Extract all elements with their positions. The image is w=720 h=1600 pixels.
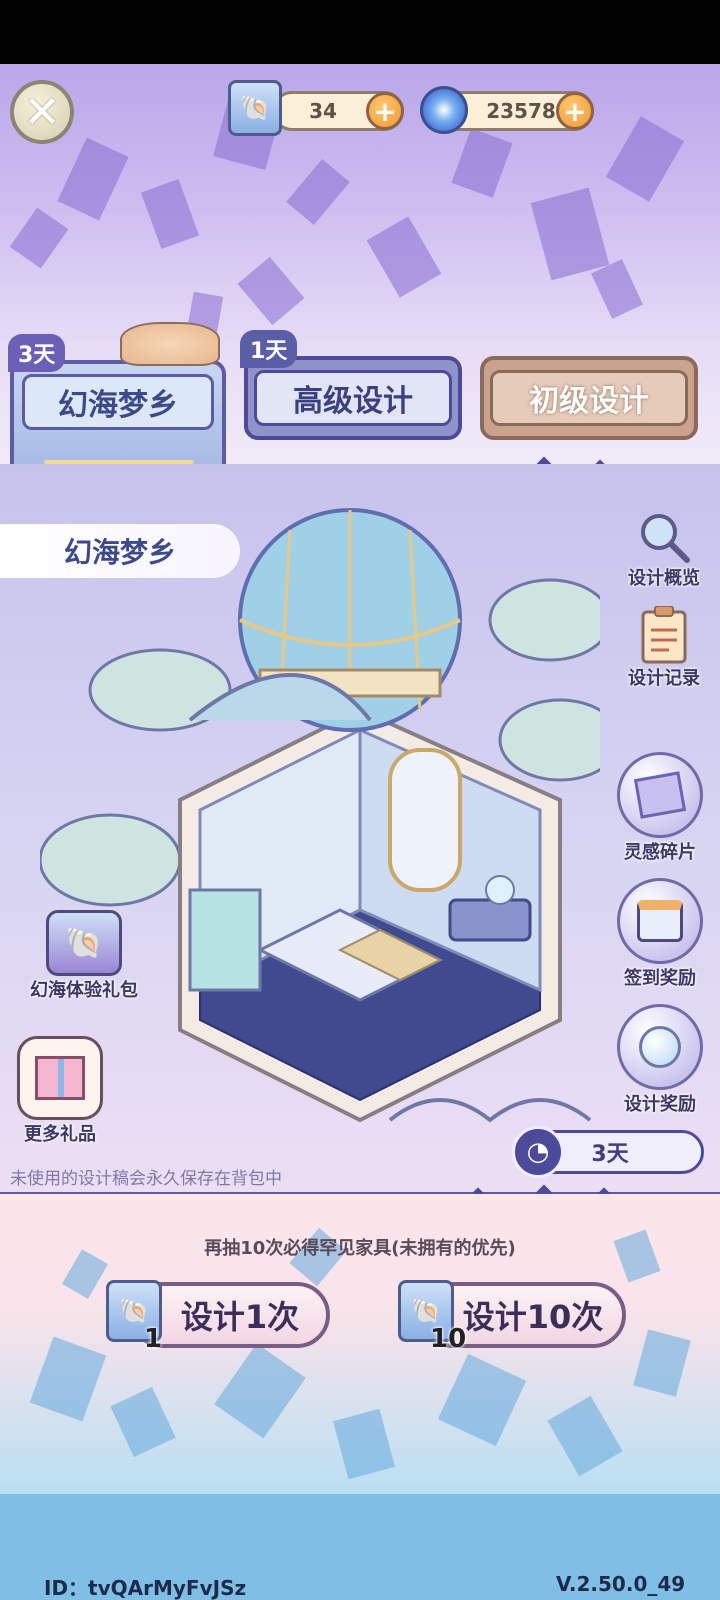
design-record-label: 设计记录 — [628, 668, 700, 689]
tab-basic-design[interactable]: 初级设计 — [480, 356, 698, 440]
tab-advanced-badge: 1天 — [240, 330, 298, 368]
blueprint-icon — [617, 752, 703, 838]
player-id: ID：tvQArMyFvJSz — [44, 1576, 247, 1600]
checkin-reward-button[interactable]: 签到奖励 — [610, 878, 710, 998]
magnifier-icon — [641, 514, 690, 563]
dream-bedroom-image — [38, 508, 622, 1123]
draw-ten-cost: 10 — [430, 1324, 467, 1354]
experience-gift-pack-button[interactable]: 🐚 幻海体验礼包 — [4, 910, 164, 1010]
clock-icon: ◔ — [512, 1126, 564, 1178]
storage-notice: 未使用的设计稿会永久保存在背包中 — [10, 1169, 282, 1189]
more-gifts-button[interactable]: 更多礼品 — [10, 1036, 110, 1146]
draw-once-cost: 1 — [144, 1324, 163, 1354]
tab-advanced-label: 高级设计 — [254, 370, 452, 426]
plus-icon: + — [563, 94, 587, 128]
gift-box-icon — [17, 1036, 103, 1120]
checkin-reward-label: 签到奖励 — [624, 968, 696, 989]
inspiration-fragments-button[interactable]: 灵感碎片 — [610, 752, 710, 872]
currency-amount: 23578 — [486, 99, 556, 123]
swirl-currency-icon — [420, 86, 468, 134]
room-illustration — [38, 480, 622, 1140]
design-record-button[interactable]: 设计记录 — [624, 606, 704, 696]
close-x-icon: ✕ — [23, 86, 61, 138]
plus-icon: + — [373, 94, 397, 128]
tab-dream-sea-label: 幻海梦乡 — [22, 374, 214, 430]
clipboard-icon — [641, 606, 687, 664]
scroll-ticket-icon: 🐚 — [228, 80, 282, 136]
tab-advanced-design[interactable]: 高级设计 — [244, 356, 462, 440]
add-currency-button[interactable]: + — [556, 92, 594, 130]
close-button[interactable]: ✕ — [10, 80, 74, 144]
status-bar — [0, 0, 720, 64]
design-reward-label: 设计奖励 — [624, 1094, 696, 1115]
calendar-icon — [617, 878, 703, 964]
tab-dream-sea-badge: 3天 — [8, 334, 66, 372]
design-overview-label: 设计概览 — [628, 568, 700, 589]
gift-pack-icon: 🐚 — [46, 910, 122, 976]
draw-ten-label: 设计10次 — [462, 1298, 604, 1336]
crystal-ball-icon — [617, 1004, 703, 1090]
experience-gift-pack-label: 幻海体验礼包 — [30, 980, 138, 1001]
design-overview-button[interactable]: 设计概览 — [624, 510, 704, 600]
guarantee-text: 再抽10次必得罕见家具(未拥有的优先) — [204, 1238, 516, 1259]
remaining-time-value: 3天 — [591, 1142, 629, 1167]
more-gifts-label: 更多礼品 — [24, 1124, 96, 1145]
inspiration-fragments-label: 灵感碎片 — [624, 842, 696, 863]
add-ticket-button[interactable]: + — [366, 92, 404, 130]
seashell-icon — [120, 322, 220, 366]
version-label: V.2.50.0_49 — [556, 1572, 686, 1596]
draw-once-label: 设计1次 — [180, 1298, 300, 1336]
ticket-count: 34 — [309, 99, 337, 123]
tab-basic-label: 初级设计 — [490, 370, 688, 426]
design-reward-button[interactable]: 设计奖励 — [610, 1004, 710, 1124]
